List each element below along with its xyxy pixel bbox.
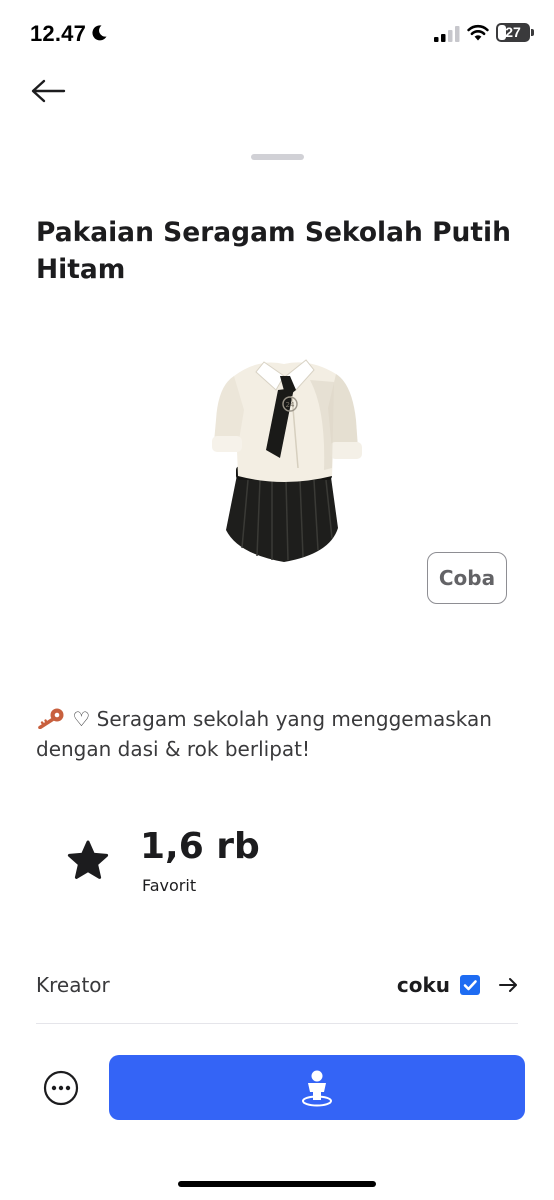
wifi-icon: [467, 24, 489, 41]
creator-link[interactable]: coku: [380, 968, 520, 1004]
battery-level-text: 27: [505, 24, 521, 40]
school-uniform-image: 24: [212, 359, 362, 562]
arrow-left-icon: [31, 79, 66, 103]
divider: [36, 1023, 518, 1024]
favorite-label: Favorit: [142, 876, 197, 895]
try-button[interactable]: Coba: [427, 552, 507, 604]
creator-label: Kreator: [36, 973, 110, 997]
status-bar: 12.47 27: [0, 0, 554, 60]
more-options-icon: [43, 1070, 79, 1106]
drag-handle[interactable]: [251, 154, 304, 160]
arrow-right-icon: [499, 978, 517, 992]
svg-text:24: 24: [286, 401, 295, 409]
avatar-try-on-icon: [302, 1070, 332, 1106]
battery-icon: 27: [496, 23, 530, 42]
key-icon: [38, 708, 64, 729]
battery-nub: [531, 29, 534, 36]
signal-icon: [434, 26, 460, 42]
favorite-count: 1,6 rb: [140, 826, 260, 867]
back-button[interactable]: [28, 74, 68, 110]
item-description: ♡ Seragam sekolah yang menggemaskan deng…: [36, 704, 526, 764]
item-description-text: ♡ Seragam sekolah yang menggemaskan deng…: [36, 707, 492, 761]
verified-badge-icon: [460, 975, 480, 995]
home-indicator: [178, 1181, 376, 1187]
try-on-avatar-button[interactable]: [109, 1055, 525, 1120]
creator-name[interactable]: coku: [397, 973, 450, 997]
more-options-button[interactable]: [43, 1070, 79, 1106]
status-time: 12.47: [30, 21, 87, 46]
item-title: Pakaian Seragam Sekolah Putih Hitam: [36, 217, 511, 285]
star-icon: [67, 840, 109, 879]
moon-icon: [92, 25, 107, 41]
